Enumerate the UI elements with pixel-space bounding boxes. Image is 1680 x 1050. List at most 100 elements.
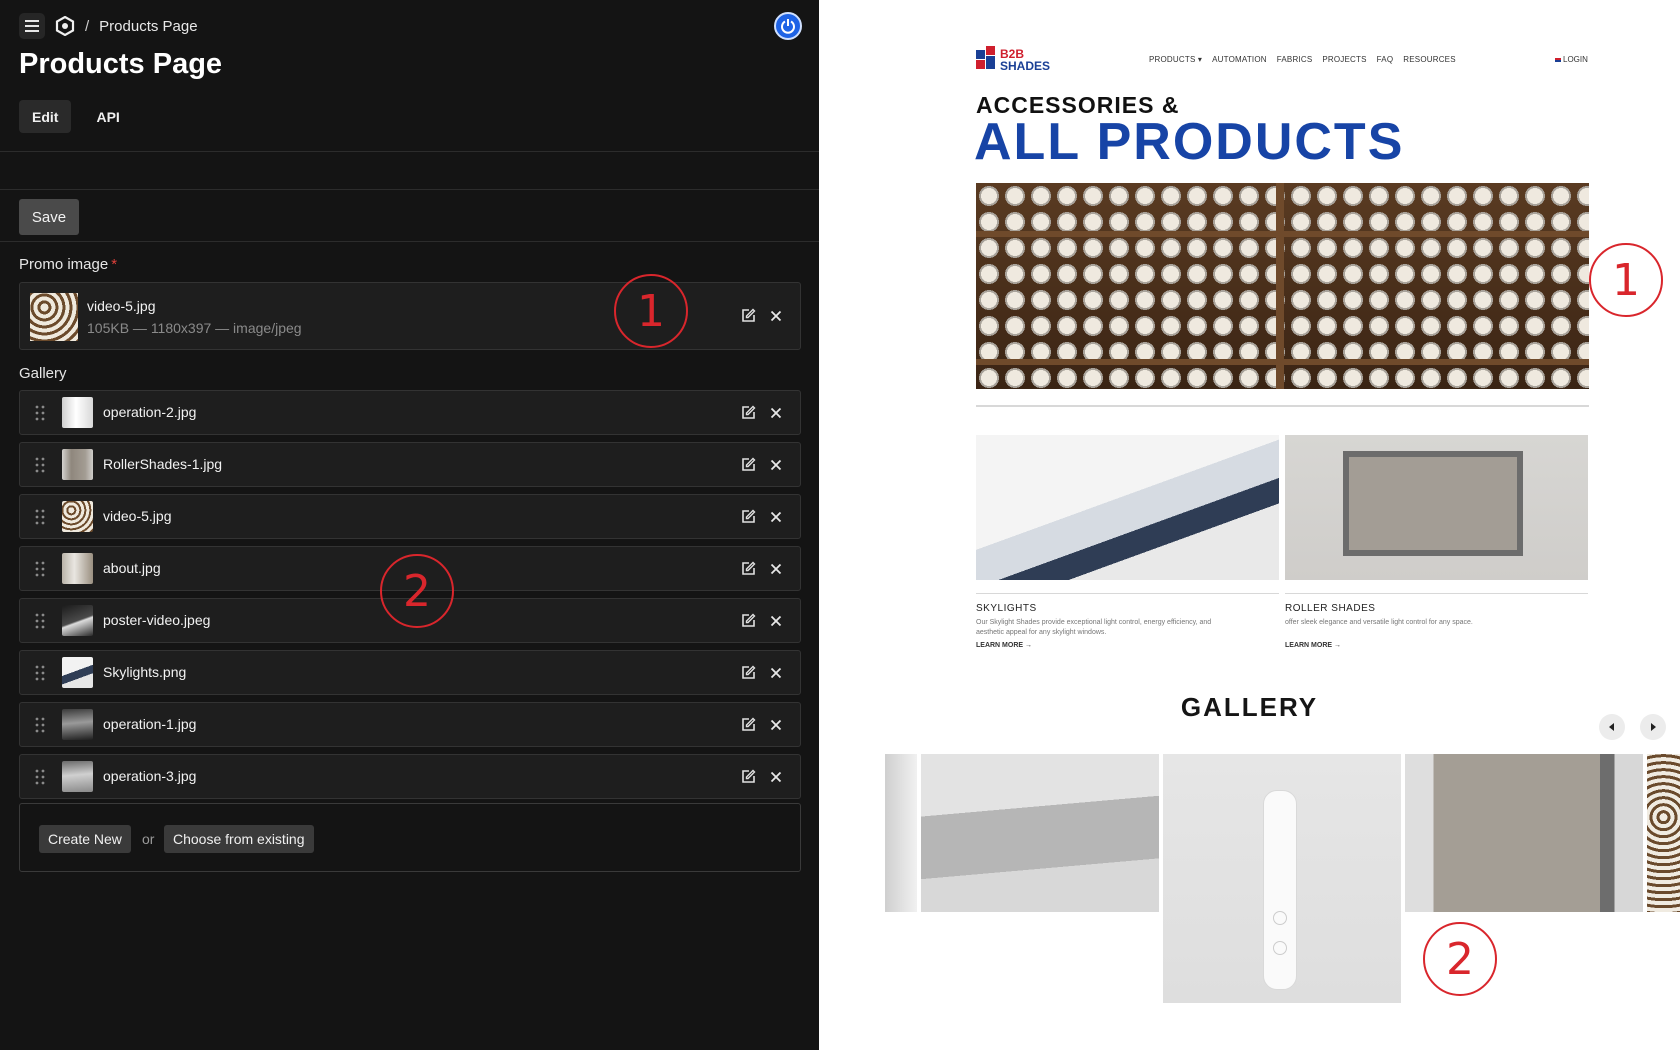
shelf-post (1276, 183, 1284, 389)
remote-button (1273, 941, 1287, 955)
choose-existing-button[interactable]: Choose from existing (164, 825, 314, 853)
page-title: Products Page (19, 48, 223, 80)
hamburger-menu-button[interactable] (19, 13, 45, 39)
drag-handle-icon[interactable] (35, 613, 45, 629)
remove-icon[interactable] (768, 509, 784, 525)
cms-logo-icon[interactable] (55, 16, 75, 36)
remove-icon[interactable] (768, 769, 784, 785)
edit-icon[interactable] (740, 561, 756, 577)
gallery-file-name: operation-2.jpg (103, 404, 197, 420)
gallery-item[interactable]: operation-1.jpg (19, 702, 801, 747)
gallery-thumbnail (62, 605, 93, 636)
drag-handle-icon[interactable] (35, 561, 45, 577)
annotation-circle-2: 2 (380, 554, 454, 628)
gallery-thumbnail (62, 709, 93, 740)
remove-icon[interactable] (768, 561, 784, 577)
remove-icon[interactable] (768, 308, 784, 324)
gallery-item[interactable]: operation-2.jpg (19, 390, 801, 435)
edit-icon[interactable] (740, 308, 756, 324)
gallery-label: Gallery (19, 365, 67, 382)
create-new-button[interactable]: Create New (39, 825, 131, 853)
gallery-item-actions (740, 613, 784, 629)
roller-shades-image[interactable] (1285, 435, 1588, 580)
gallery-file-name: RollerShades-1.jpg (103, 456, 223, 472)
promo-hero-image (976, 183, 1589, 389)
site-logo[interactable]: B2B SHADES (976, 46, 1050, 74)
nav-faq[interactable]: FAQ (1377, 55, 1394, 64)
remove-icon[interactable] (768, 613, 784, 629)
website-preview: B2B SHADES PRODUCTS ▾ AUTOMATION FABRICS… (819, 0, 1680, 1050)
divider (0, 189, 819, 190)
remote-button (1273, 911, 1287, 925)
nav-fabrics[interactable]: FABRICS (1277, 55, 1313, 64)
cms-panel: / Products Page Products Page Edit API S… (0, 0, 819, 1050)
edit-icon[interactable] (740, 613, 756, 629)
gallery-file-name: Skylights.png (103, 664, 187, 680)
drag-handle-icon[interactable] (35, 405, 45, 421)
edit-icon[interactable] (740, 769, 756, 785)
tab-edit[interactable]: Edit (19, 100, 72, 133)
divider (0, 241, 819, 242)
promo-file-meta: 105KB — 1180x397 — image/jpeg (87, 320, 302, 336)
drag-handle-icon[interactable] (35, 717, 45, 733)
nav-projects[interactable]: PROJECTS (1322, 55, 1366, 64)
gallery-thumbnail (62, 449, 93, 480)
gallery-slide[interactable] (885, 754, 917, 912)
gallery-next-button[interactable] (1640, 714, 1666, 740)
save-button[interactable]: Save (19, 199, 79, 235)
gallery-prev-button[interactable] (1599, 714, 1625, 740)
gallery-file-name: operation-1.jpg (103, 716, 197, 732)
drag-handle-icon[interactable] (35, 769, 45, 785)
gallery-item-actions (740, 665, 784, 681)
gallery-slide[interactable] (921, 754, 1159, 912)
remove-icon[interactable] (768, 405, 784, 421)
remove-icon[interactable] (768, 457, 784, 473)
drag-handle-icon[interactable] (35, 665, 45, 681)
edit-icon[interactable] (740, 405, 756, 421)
gallery-slide[interactable] (1405, 754, 1643, 912)
gallery-item[interactable]: Skylights.png (19, 650, 801, 695)
gallery-item[interactable]: video-5.jpg (19, 494, 801, 539)
tab-api[interactable]: API (83, 100, 132, 133)
gallery-item-actions (740, 509, 784, 525)
roller-shades-desc: offer sleek elegance and versatile light… (1285, 619, 1473, 626)
breadcrumb-separator: / (85, 17, 90, 35)
roller-shade-window (1343, 451, 1523, 556)
gallery-item-actions (740, 405, 784, 421)
edit-icon[interactable] (740, 665, 756, 681)
drag-handle-icon[interactable] (35, 457, 45, 473)
gallery-item[interactable]: RollerShades-1.jpg (19, 442, 801, 487)
remove-icon[interactable] (768, 717, 784, 733)
gallery-slide[interactable] (1647, 754, 1680, 912)
gallery-slide[interactable] (1163, 754, 1401, 1003)
nav-automation[interactable]: AUTOMATION (1212, 55, 1267, 64)
gallery-item[interactable]: operation-3.jpg (19, 754, 801, 799)
remove-icon[interactable] (768, 665, 784, 681)
gallery-item-actions (740, 561, 784, 577)
breadcrumb-current[interactable]: Products Page (99, 18, 197, 35)
divider (0, 151, 819, 152)
or-text: or (142, 831, 155, 847)
nav-resources[interactable]: RESOURCES (1403, 55, 1455, 64)
edit-icon[interactable] (740, 717, 756, 733)
roller-shades-title: ROLLER SHADES (1285, 603, 1376, 614)
drag-handle-icon[interactable] (35, 509, 45, 525)
promo-image-label: Promo image * (19, 256, 117, 273)
skylights-image[interactable] (976, 435, 1279, 580)
nav-products[interactable]: PRODUCTS ▾ (1149, 55, 1202, 64)
annotation-circle-1: 1 (1589, 243, 1663, 317)
skylights-desc: Our Skylight Shades provide exceptional … (976, 619, 1212, 636)
promo-file-name: video-5.jpg (87, 298, 156, 314)
gallery-thumbnail (62, 657, 93, 688)
gallery-thumbnail (62, 761, 93, 792)
login-link[interactable]: LOGIN (1555, 55, 1588, 64)
brand-mark-icon (976, 46, 996, 74)
user-avatar-button[interactable] (774, 12, 802, 40)
edit-icon[interactable] (740, 509, 756, 525)
arrow-left-icon (1609, 723, 1614, 731)
edit-icon[interactable] (740, 457, 756, 473)
roller-shades-learn-more[interactable]: LEARN MORE → (1285, 642, 1341, 649)
login-text: LOGIN (1563, 55, 1588, 64)
divider (1285, 593, 1588, 594)
skylights-learn-more[interactable]: LEARN MORE → (976, 642, 1032, 649)
